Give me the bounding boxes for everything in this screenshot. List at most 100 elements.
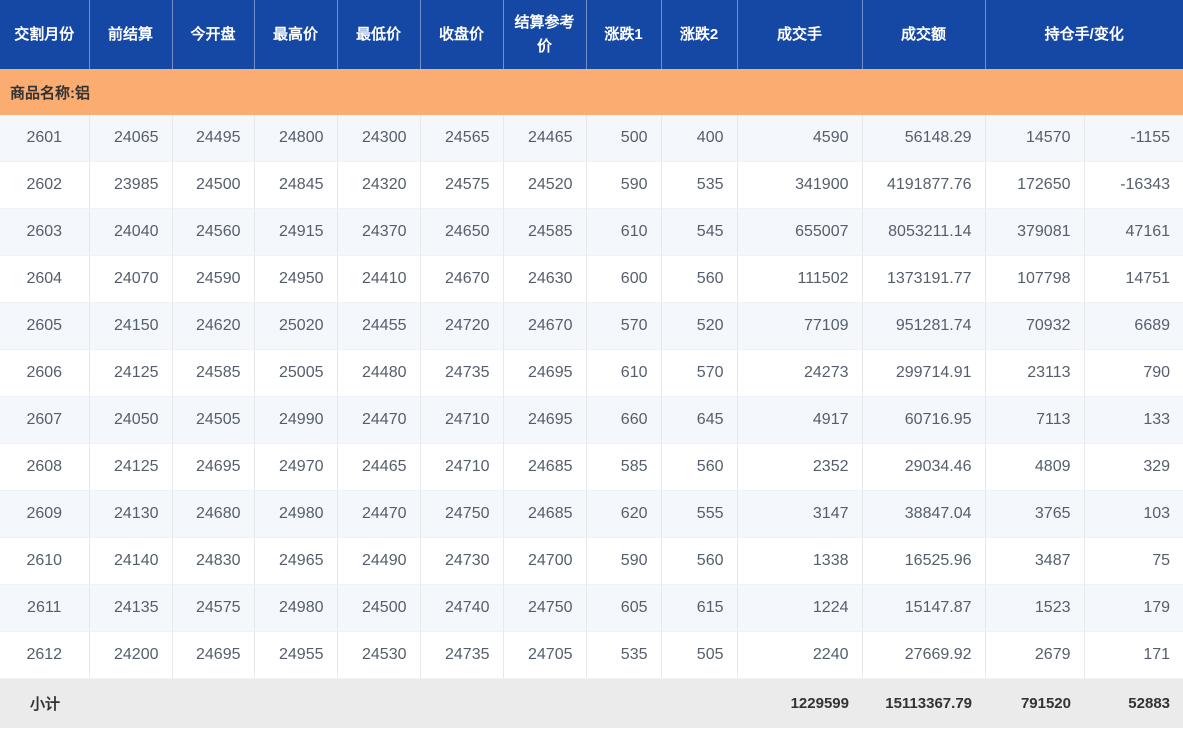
month-cell: 2610 bbox=[0, 537, 90, 585]
value-cell: 24135 bbox=[89, 584, 173, 632]
value-cell: 24670 bbox=[420, 255, 504, 303]
column-header: 成交手 bbox=[737, 0, 863, 69]
column-header: 最低价 bbox=[337, 0, 421, 69]
value-cell: 3147 bbox=[737, 490, 863, 538]
value-cell: 590 bbox=[586, 537, 662, 585]
month-cell: 2611 bbox=[0, 584, 90, 632]
value-cell: 24950 bbox=[254, 255, 338, 303]
value-cell: 24050 bbox=[89, 396, 173, 444]
value-cell: 24735 bbox=[420, 349, 504, 397]
product-group-row: 商品名称:铝 bbox=[0, 69, 1183, 115]
table-row: 2610 24140 24830 24965 24490 24730 24700 590 560… bbox=[0, 537, 1183, 585]
value-cell: 24845 bbox=[254, 161, 338, 209]
value-cell: 520 bbox=[661, 302, 738, 350]
value-cell: 500 bbox=[586, 115, 662, 162]
value-cell: 4191877.76 bbox=[862, 161, 986, 209]
subtotal-cell bbox=[586, 678, 661, 728]
value-cell: 24320 bbox=[337, 161, 421, 209]
value-cell: 103 bbox=[1084, 490, 1183, 538]
table-row: 2612 24200 24695 24955 24530 24735 24705 535 505… bbox=[0, 631, 1183, 679]
value-cell: 24735 bbox=[420, 631, 504, 679]
month-cell: 2607 bbox=[0, 396, 90, 444]
value-cell: 329 bbox=[1084, 443, 1183, 491]
value-cell: 14751 bbox=[1084, 255, 1183, 303]
value-cell: 24300 bbox=[337, 115, 421, 162]
value-cell: 15147.87 bbox=[862, 584, 986, 632]
table-row: 2604 24070 24590 24950 24410 24670 24630 600 560… bbox=[0, 255, 1183, 303]
futures-quotes-page: 交割月份 前结算 今开盘 最高价 最低价 收盘价 结算参考价 涨跌1 涨跌2 成交手 成交额 持仓手/… bbox=[0, 0, 1183, 729]
value-cell: 24680 bbox=[172, 490, 255, 538]
value-cell: 24040 bbox=[89, 208, 173, 256]
value-cell: 24575 bbox=[172, 584, 255, 632]
header-row: 交割月份 前结算 今开盘 最高价 最低价 收盘价 结算参考价 涨跌1 涨跌2 成交手 成交额 持仓手/… bbox=[0, 0, 1183, 69]
month-cell: 2602 bbox=[0, 161, 90, 209]
value-cell: 4809 bbox=[985, 443, 1085, 491]
month-cell: 2603 bbox=[0, 208, 90, 256]
table-row: 2605 24150 24620 25020 24455 24720 24670 570 520… bbox=[0, 302, 1183, 350]
value-cell: 24915 bbox=[254, 208, 338, 256]
value-cell: 400 bbox=[661, 115, 738, 162]
value-cell: 24800 bbox=[254, 115, 338, 162]
value-cell: 24830 bbox=[172, 537, 255, 585]
subtotal-cell bbox=[661, 678, 737, 728]
month-cell: 2601 bbox=[0, 115, 90, 162]
table-row: 2606 24125 24585 25005 24480 24735 24695 610 570… bbox=[0, 349, 1183, 397]
value-cell: 299714.91 bbox=[862, 349, 986, 397]
value-cell: 111502 bbox=[737, 255, 863, 303]
column-header: 交割月份 bbox=[0, 0, 90, 69]
table-row: 2607 24050 24505 24990 24470 24710 24695 660 645… bbox=[0, 396, 1183, 444]
subtotal-cell bbox=[503, 678, 586, 728]
value-cell: 560 bbox=[661, 537, 738, 585]
value-cell: 24585 bbox=[503, 208, 587, 256]
value-cell: 24740 bbox=[420, 584, 504, 632]
month-cell: 2604 bbox=[0, 255, 90, 303]
value-cell: 7113 bbox=[985, 396, 1085, 444]
table-row: 2602 23985 24500 24845 24320 24575 24520 590 535… bbox=[0, 161, 1183, 209]
subtotal-label: 小计 bbox=[0, 678, 89, 728]
column-header: 成交额 bbox=[862, 0, 986, 69]
value-cell: 560 bbox=[661, 255, 738, 303]
value-cell: 47161 bbox=[1084, 208, 1183, 256]
value-cell: 4917 bbox=[737, 396, 863, 444]
subtotal-cell bbox=[172, 678, 254, 728]
value-cell: 24965 bbox=[254, 537, 338, 585]
value-cell: 24520 bbox=[503, 161, 587, 209]
value-cell: 600 bbox=[586, 255, 662, 303]
month-cell: 2609 bbox=[0, 490, 90, 538]
subtotal-cell bbox=[337, 678, 420, 728]
value-cell: 24990 bbox=[254, 396, 338, 444]
table-row: 2603 24040 24560 24915 24370 24650 24585 610 545… bbox=[0, 208, 1183, 256]
value-cell: 660 bbox=[586, 396, 662, 444]
value-cell: 24685 bbox=[503, 443, 587, 491]
value-cell: 24500 bbox=[337, 584, 421, 632]
table-row: 2608 24125 24695 24970 24465 24710 24685 585 560… bbox=[0, 443, 1183, 491]
table-row: 2601 24065 24495 24800 24300 24565 24465 500 400… bbox=[0, 115, 1183, 162]
value-cell: 1523 bbox=[985, 584, 1085, 632]
value-cell: 2679 bbox=[985, 631, 1085, 679]
month-cell: 2606 bbox=[0, 349, 90, 397]
column-header: 今开盘 bbox=[172, 0, 255, 69]
column-header: 前结算 bbox=[89, 0, 173, 69]
value-cell: 75 bbox=[1084, 537, 1183, 585]
value-cell: -16343 bbox=[1084, 161, 1183, 209]
value-cell: 24980 bbox=[254, 584, 338, 632]
value-cell: 24140 bbox=[89, 537, 173, 585]
value-cell: 535 bbox=[661, 161, 738, 209]
value-cell: 951281.74 bbox=[862, 302, 986, 350]
value-cell: 655007 bbox=[737, 208, 863, 256]
value-cell: 24150 bbox=[89, 302, 173, 350]
value-cell: 29034.46 bbox=[862, 443, 986, 491]
value-cell: 24695 bbox=[172, 631, 255, 679]
column-header: 持仓手/变化 bbox=[985, 0, 1183, 69]
value-cell: 56148.29 bbox=[862, 115, 986, 162]
value-cell: 172650 bbox=[985, 161, 1085, 209]
value-cell: 24125 bbox=[89, 349, 173, 397]
value-cell: 24575 bbox=[420, 161, 504, 209]
value-cell: 24970 bbox=[254, 443, 338, 491]
value-cell: 24125 bbox=[89, 443, 173, 491]
value-cell: 535 bbox=[586, 631, 662, 679]
value-cell: 605 bbox=[586, 584, 662, 632]
futures-quotes-table: 交割月份 前结算 今开盘 最高价 最低价 收盘价 结算参考价 涨跌1 涨跌2 成交手 成交额 持仓手/… bbox=[0, 0, 1183, 728]
value-cell: 23113 bbox=[985, 349, 1085, 397]
value-cell: 24480 bbox=[337, 349, 421, 397]
